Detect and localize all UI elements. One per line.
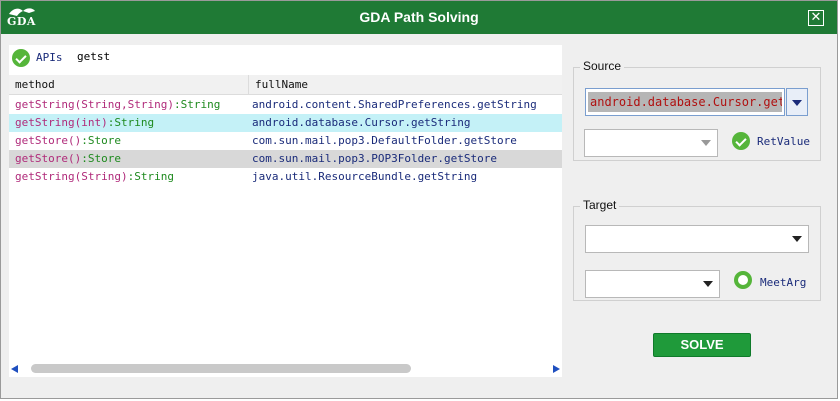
meetarg-label[interactable]: MeetArg [760, 276, 806, 289]
fullname-cell: android.database.Cursor.getString [252, 116, 471, 129]
table-header: method fullName [9, 75, 562, 95]
source-class-value[interactable]: android.database.Cursor.getString [588, 92, 782, 112]
retvalue-label[interactable]: RetValue [757, 135, 810, 148]
fullname-cell: java.util.ResourceBundle.getString [252, 170, 478, 183]
source-class-dropdown-button[interactable] [786, 88, 808, 116]
path-solving-window: GDA GDA Path Solving ✕ APIs method fullN… [0, 0, 838, 399]
method-name: getString(int) [15, 116, 108, 129]
check-circle-icon[interactable] [732, 132, 750, 150]
method-cell: getString(String,String):String [15, 96, 220, 114]
target-class-combo[interactable] [585, 225, 809, 253]
method-cell: getString(String):String [15, 168, 174, 186]
source-label: Source [580, 59, 625, 73]
table-row[interactable]: getStore():Store com.sun.mail.pop3.POP3F… [9, 150, 562, 168]
table-row[interactable]: getString(int):String android.database.C… [9, 114, 562, 132]
scroll-left-arrow-icon[interactable] [11, 365, 18, 373]
target-label: Target [580, 198, 620, 212]
close-icon: ✕ [810, 10, 822, 25]
table-row[interactable]: getStore():Store com.sun.mail.pop3.Defau… [9, 132, 562, 150]
scroll-right-arrow-icon[interactable] [553, 365, 560, 373]
target-method-combo[interactable] [585, 270, 720, 298]
fullname-cell: com.sun.mail.pop3.POP3Folder.getStore [252, 152, 498, 165]
method-name: getString(String) [15, 170, 128, 183]
method-cell: getStore():Store [15, 132, 121, 150]
check-circle-icon[interactable] [12, 49, 30, 67]
column-header-fullname[interactable]: fullName [249, 75, 562, 95]
solve-button[interactable]: SOLVE [653, 333, 751, 357]
chevron-down-icon [701, 140, 711, 146]
method-name: getString(String,String) [15, 98, 174, 111]
fullname-cell: android.content.SharedPreferences.getStr… [252, 98, 537, 111]
horizontal-scrollbar[interactable] [9, 361, 562, 377]
method-name: getStore() [15, 152, 82, 165]
close-button[interactable]: ✕ [808, 10, 824, 26]
method-name: getStore() [15, 134, 82, 147]
title-bar: GDA GDA Path Solving ✕ [1, 1, 837, 34]
scrollbar-thumb[interactable] [31, 364, 411, 373]
source-method-combo[interactable] [584, 129, 718, 157]
method-cell: getString(int):String [15, 114, 154, 132]
fullname-cell: com.sun.mail.pop3.DefaultFolder.getStore [252, 134, 517, 147]
method-return-type: :String [173, 98, 221, 111]
chevron-down-icon [792, 100, 802, 106]
api-search-input[interactable] [75, 45, 562, 67]
apis-label: APIs [36, 51, 63, 64]
api-table-body: getString(String,String):String android.… [9, 96, 562, 186]
method-return-type: :String [127, 170, 174, 183]
table-row[interactable]: getString(String,String):String android.… [9, 96, 562, 114]
method-return-type: :String [107, 116, 155, 129]
method-return-type: :Store [81, 134, 121, 147]
method-return-type: :Store [81, 152, 121, 165]
method-cell: getStore():Store [15, 150, 121, 168]
ring-circle-icon[interactable] [734, 271, 752, 289]
chevron-down-icon [703, 281, 713, 287]
chevron-down-icon [792, 236, 802, 242]
table-row[interactable]: getString(String):String java.util.Resou… [9, 168, 562, 186]
api-panel: APIs method fullName getString(String,St… [9, 45, 562, 377]
column-header-method[interactable]: method [9, 75, 249, 95]
source-class-combo[interactable]: android.database.Cursor.getString [585, 88, 785, 116]
window-title: GDA Path Solving [359, 9, 479, 25]
